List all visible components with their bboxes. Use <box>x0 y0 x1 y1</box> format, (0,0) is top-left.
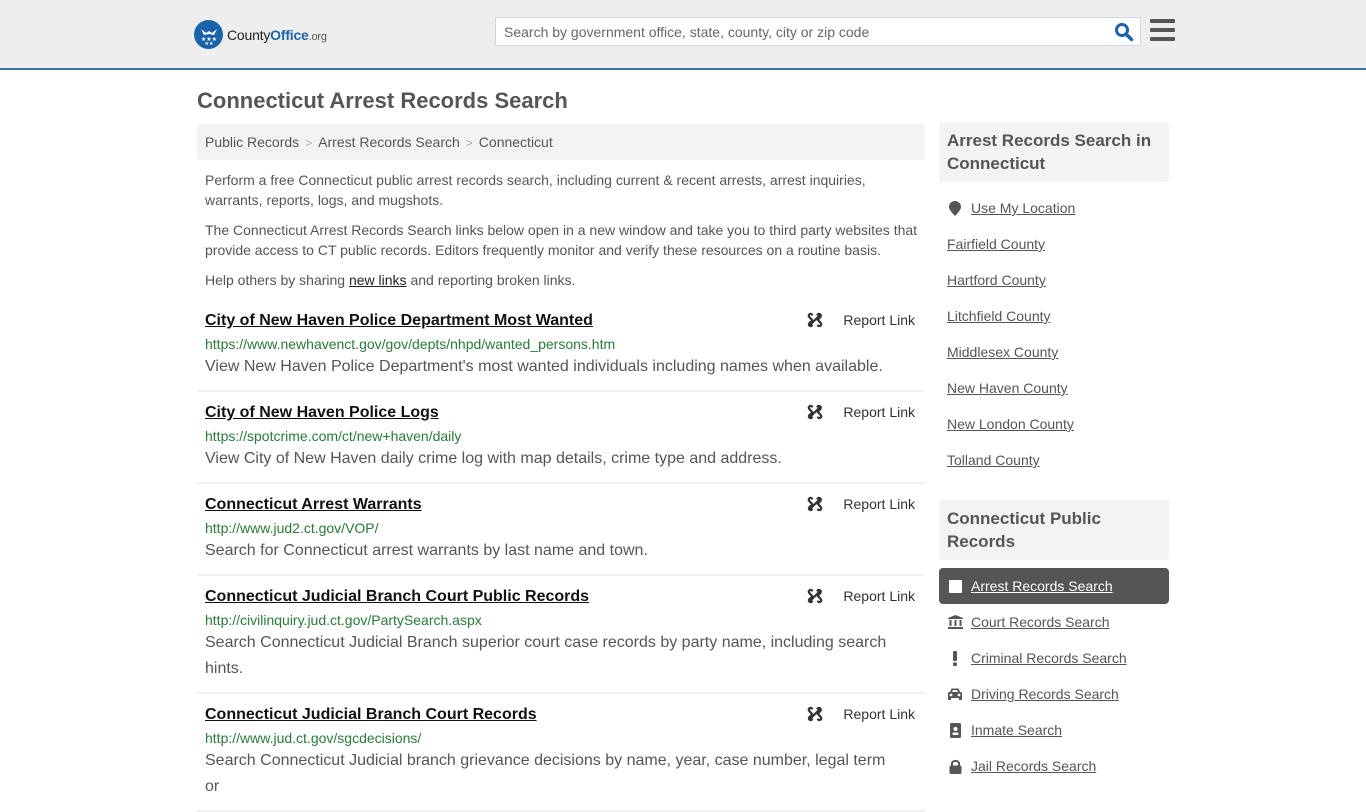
broken-link-icon <box>807 404 833 420</box>
use-my-location[interactable]: Use My Location <box>939 190 1169 226</box>
county-link[interactable]: New Haven County <box>947 380 1068 396</box>
sidebar-records-heading: Connecticut Public Records <box>939 500 1169 560</box>
result-title-link[interactable]: Connecticut Judicial Branch Court Record… <box>205 704 537 725</box>
report-link-label: Report Link <box>843 706 915 722</box>
report-link-button[interactable]: Report Link <box>807 404 915 420</box>
record-link[interactable]: Arrest Records Search <box>971 578 1113 594</box>
broken-link-icon <box>807 312 833 328</box>
sidebar-counties-heading: Arrest Records Search in Connecticut <box>939 122 1169 182</box>
result-title-link[interactable]: Connecticut Judicial Branch Court Public… <box>205 586 589 607</box>
result-url: http://www.jud2.ct.gov/VOP/ <box>205 520 379 536</box>
county-link[interactable]: Litchfield County <box>947 308 1051 324</box>
result-description: Search Connecticut Judicial Branch super… <box>205 634 887 677</box>
report-link-button[interactable]: Report Link <box>807 496 915 512</box>
site-logo[interactable]: ★★★ ★★ CountyOffice.org <box>194 20 327 49</box>
site-search <box>495 17 1141 46</box>
result-description: View New Haven Police Department's most … <box>205 358 883 375</box>
result-url: https://www.newhavenct.gov/gov/depts/nhp… <box>205 336 616 352</box>
county-link[interactable]: New London County <box>947 416 1074 432</box>
result-description: View City of New Haven daily crime log w… <box>205 450 782 467</box>
report-link-label: Report Link <box>843 404 915 420</box>
report-link-button[interactable]: Report Link <box>807 312 915 328</box>
sidebar-county-item[interactable]: Litchfield County <box>939 298 1169 334</box>
breadcrumb-public-records[interactable]: Public Records <box>205 134 299 150</box>
svg-text:★★: ★★ <box>204 41 213 46</box>
report-link-label: Report Link <box>843 496 915 512</box>
breadcrumb-separator: > <box>305 136 313 150</box>
intro-paragraph-2: The Connecticut Arrest Records Search li… <box>205 222 918 258</box>
report-link-label: Report Link <box>843 588 915 604</box>
result-description: Search for Connecticut arrest warrants b… <box>205 542 648 559</box>
search-icon <box>1115 23 1134 42</box>
result-description: Search Connecticut Judicial branch griev… <box>205 752 886 795</box>
broken-link-icon <box>807 706 833 722</box>
sidebar-record-item[interactable]: Court Records Search <box>939 604 1169 640</box>
report-link-button[interactable]: Report Link <box>807 706 915 722</box>
result-item: Connecticut Arrest Warrants Report Link ht… <box>197 484 925 576</box>
record-link[interactable]: Court Records Search <box>971 614 1110 630</box>
county-link[interactable]: Middlesex County <box>947 344 1058 360</box>
lock-icon <box>947 759 963 774</box>
result-title-link[interactable]: Connecticut Arrest Warrants <box>205 494 422 515</box>
county-link[interactable]: Fairfield County <box>947 236 1045 252</box>
sidebar-public-records: Connecticut Public Records Arrest Record… <box>939 500 1169 784</box>
id-badge-icon <box>947 722 963 738</box>
result-item: City of New Haven Police Department Most… <box>197 300 925 392</box>
square-icon <box>947 579 963 593</box>
sidebar-county-item[interactable]: Hartford County <box>939 262 1169 298</box>
sidebar-counties: Arrest Records Search in Connecticut Use… <box>939 122 1169 478</box>
map-pin-icon <box>947 200 963 216</box>
car-icon <box>947 688 963 700</box>
sidebar-county-item[interactable]: Middlesex County <box>939 334 1169 370</box>
sidebar-record-item[interactable]: Arrest Records Search <box>939 568 1169 604</box>
logo-text: CountyOffice.org <box>227 26 327 43</box>
report-link-button[interactable]: Report Link <box>807 588 915 604</box>
intro-paragraph-1: Perform a free Connecticut public arrest… <box>205 172 866 208</box>
courthouse-icon <box>947 615 963 629</box>
breadcrumb-separator: > <box>465 136 473 150</box>
report-link-label: Report Link <box>843 312 915 328</box>
use-my-location-link[interactable]: Use My Location <box>971 200 1075 216</box>
result-title-link[interactable]: City of New Haven Police Department Most… <box>205 310 593 331</box>
eagle-stars-icon: ★★★ ★★ <box>194 20 223 49</box>
record-link[interactable]: Driving Records Search <box>971 686 1119 702</box>
sidebar-county-item[interactable]: Fairfield County <box>939 226 1169 262</box>
intro-paragraph-3: Help others by sharing new links and rep… <box>205 272 576 288</box>
record-link[interactable]: Inmate Search <box>971 722 1062 738</box>
result-item: Connecticut Judicial Branch Court Public… <box>197 576 925 694</box>
results-list: City of New Haven Police Department Most… <box>197 300 925 812</box>
result-url: https://spotcrime.com/ct/new+haven/daily <box>205 428 462 444</box>
broken-link-icon <box>807 588 833 604</box>
exclamation-icon <box>947 650 963 666</box>
intro-text: Perform a free Connecticut public arrest… <box>205 170 920 300</box>
new-links-link[interactable]: new links <box>349 272 407 288</box>
search-input[interactable] <box>496 18 1096 45</box>
sidebar-record-item[interactable]: Criminal Records Search <box>939 640 1169 676</box>
sidebar-county-item[interactable]: New Haven County <box>939 370 1169 406</box>
record-link[interactable]: Criminal Records Search <box>971 650 1127 666</box>
county-link[interactable]: Hartford County <box>947 272 1046 288</box>
sidebar-record-item[interactable]: Driving Records Search <box>939 676 1169 712</box>
breadcrumb-arrest-records-search[interactable]: Arrest Records Search <box>318 134 460 150</box>
sidebar-county-item[interactable]: Tolland County <box>939 442 1169 478</box>
sidebar-record-item[interactable]: Inmate Search <box>939 712 1169 748</box>
record-link[interactable]: Jail Records Search <box>971 758 1096 774</box>
page-title: Connecticut Arrest Records Search <box>197 88 568 113</box>
sidebar-county-item[interactable]: New London County <box>939 406 1169 442</box>
hamburger-menu-icon[interactable] <box>1150 19 1175 41</box>
breadcrumb: Public Records > Arrest Records Search > Con… <box>197 124 925 160</box>
result-url: http://www.jud.ct.gov/sgcdecisions/ <box>205 730 422 746</box>
county-link[interactable]: Tolland County <box>947 452 1040 468</box>
result-title-link[interactable]: City of New Haven Police Logs <box>205 402 439 423</box>
result-item: Connecticut Judicial Branch Court Record… <box>197 694 925 812</box>
broken-link-icon <box>807 496 833 512</box>
search-button[interactable] <box>1114 22 1134 42</box>
breadcrumb-current: Connecticut <box>478 134 553 150</box>
result-item: City of New Haven Police Logs Report Link… <box>197 392 925 484</box>
result-url: http://civilinquiry.jud.ct.gov/PartySear… <box>205 612 482 628</box>
sidebar-record-item[interactable]: Jail Records Search <box>939 748 1169 784</box>
top-header: ★★★ ★★ CountyOffice.org <box>0 0 1366 70</box>
